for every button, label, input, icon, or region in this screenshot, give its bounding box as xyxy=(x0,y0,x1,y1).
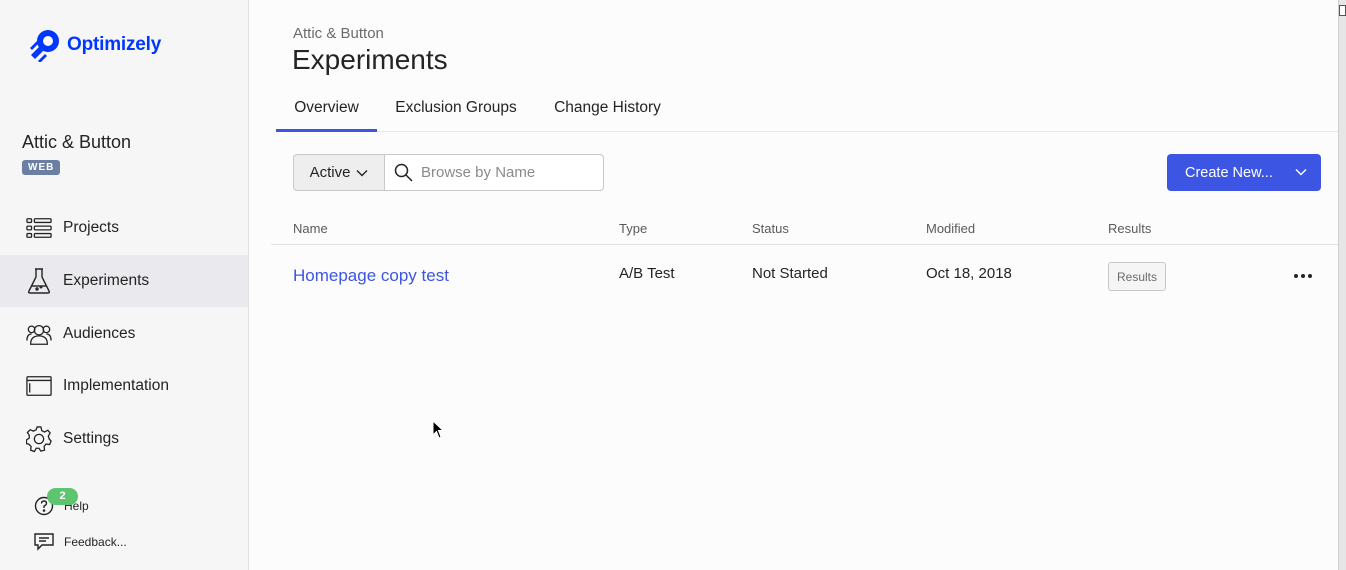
tab-change-history[interactable]: Change History xyxy=(551,94,664,132)
dot xyxy=(1294,274,1298,278)
feedback-icon xyxy=(34,533,54,551)
search-input[interactable] xyxy=(421,164,601,181)
create-new-button[interactable]: Create New... xyxy=(1167,154,1321,191)
sidebar-item-label: Settings xyxy=(63,430,120,447)
brand-name: Optimizely xyxy=(67,34,162,55)
column-header-type[interactable]: Type xyxy=(619,221,647,236)
dot xyxy=(1301,274,1305,278)
sidebar-item-experiments[interactable]: Experiments xyxy=(0,255,248,307)
page-title: Experiments xyxy=(292,44,448,75)
platform-badge: WEB xyxy=(22,160,61,175)
status-filter-dropdown[interactable]: Active xyxy=(293,154,385,191)
results-button[interactable]: Results xyxy=(1108,262,1166,291)
chevron-down-icon xyxy=(356,169,368,176)
breadcrumb[interactable]: Attic & Button xyxy=(293,25,384,42)
flask-icon xyxy=(26,268,52,294)
column-header-status[interactable]: Status xyxy=(752,221,789,236)
vertical-scrollbar[interactable] xyxy=(1338,0,1346,570)
sidebar-item-label: Audiences xyxy=(63,325,136,342)
sidebar-item-audiences[interactable]: Audiences xyxy=(0,308,248,360)
feedback-label: Feedback... xyxy=(64,535,127,549)
app-window: Optimizely Attic & Button WEB Projects E… xyxy=(0,0,1346,570)
sidebar-item-implementation[interactable]: Implementation xyxy=(0,360,248,412)
optimizely-logo[interactable]: Optimizely xyxy=(28,28,161,62)
search-box xyxy=(384,154,604,191)
experiment-status: Not Started xyxy=(752,265,828,282)
tab-exclusion-groups[interactable]: Exclusion Groups xyxy=(393,94,519,132)
experiment-type: A/B Test xyxy=(619,265,675,282)
scrollbar-button[interactable] xyxy=(1339,5,1346,16)
gear-icon xyxy=(26,426,52,453)
column-header-name[interactable]: Name xyxy=(293,221,328,236)
search-icon xyxy=(394,163,413,182)
sidebar-item-settings[interactable]: Settings xyxy=(0,413,248,465)
sidebar: Optimizely Attic & Button WEB Projects E… xyxy=(0,0,249,570)
experiment-modified: Oct 18, 2018 xyxy=(926,265,1012,282)
tab-overview[interactable]: Overview xyxy=(276,94,377,132)
tab-bar: Overview Exclusion Groups Change History xyxy=(276,94,1338,132)
more-options-icon[interactable] xyxy=(1291,265,1315,287)
experiment-name-link[interactable]: Homepage copy test xyxy=(293,266,449,286)
column-header-results: Results xyxy=(1108,221,1152,236)
optimizely-logo-icon xyxy=(30,30,59,62)
create-new-label: Create New... xyxy=(1185,164,1273,181)
table-row[interactable]: Homepage copy test A/B Test Not Started … xyxy=(271,245,1338,307)
projects-icon xyxy=(26,215,52,241)
dot xyxy=(1308,274,1312,278)
sidebar-item-label: Experiments xyxy=(63,272,150,289)
table-header: Name Type Status Modified Results xyxy=(271,216,1338,245)
status-filter-label: Active xyxy=(309,164,351,181)
sidebar-item-label: Projects xyxy=(63,219,119,236)
help-notification-badge: 2 xyxy=(47,488,78,505)
feedback-link[interactable]: Feedback... xyxy=(34,533,127,551)
project-name: Attic & Button xyxy=(22,132,132,152)
column-header-modified[interactable]: Modified xyxy=(926,221,975,236)
implementation-icon xyxy=(26,373,52,399)
main-content: Attic & Button Experiments Overview Excl… xyxy=(249,0,1338,570)
audiences-icon xyxy=(26,321,52,347)
sidebar-item-label: Implementation xyxy=(63,377,169,394)
sidebar-item-projects[interactable]: Projects xyxy=(0,202,248,254)
chevron-down-icon[interactable] xyxy=(1294,165,1308,179)
mouse-cursor-icon xyxy=(432,420,444,439)
